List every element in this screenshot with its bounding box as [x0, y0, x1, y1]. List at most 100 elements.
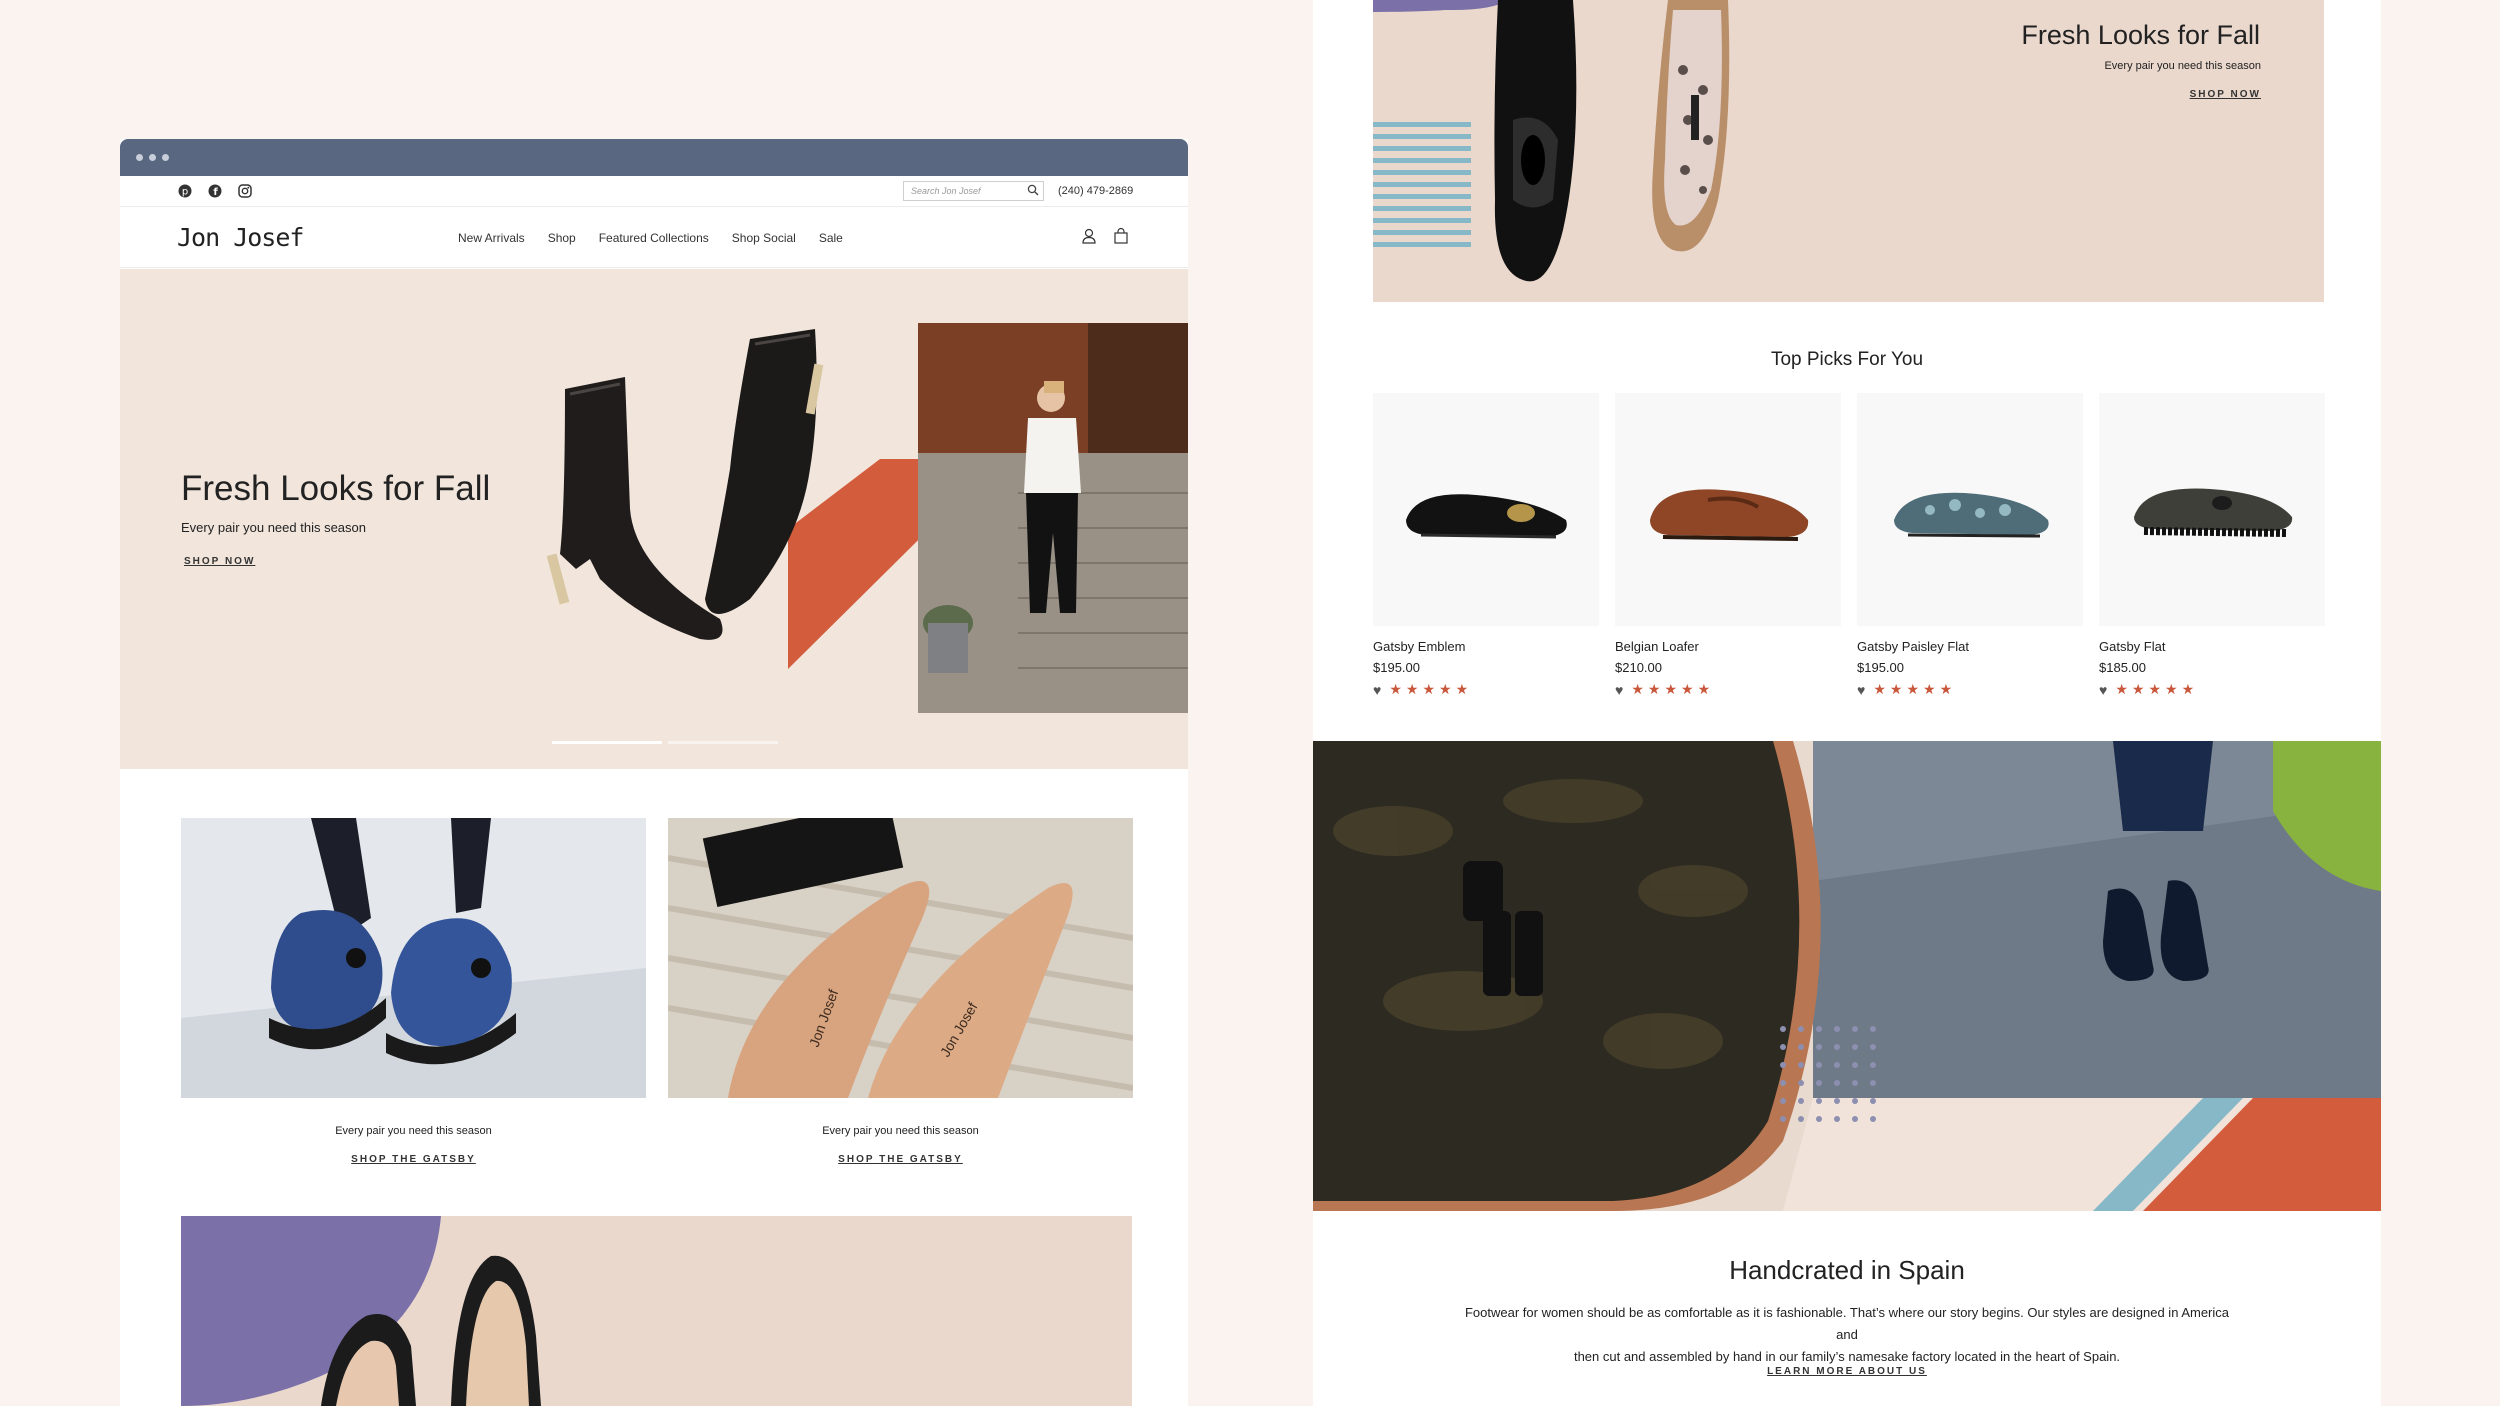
star-icon: ★	[2115, 681, 2128, 697]
star-icon: ★	[2165, 681, 2178, 697]
product-price: $185.00	[2099, 660, 2146, 675]
product-actions: ♥ ★ ★ ★ ★ ★	[2099, 681, 2325, 698]
heart-icon[interactable]: ♥	[2099, 682, 2107, 698]
browser-window: p f Search Jon Josef (240) 479-2869 Jon …	[120, 139, 1188, 1406]
star-icon: ★	[1906, 681, 1919, 697]
promo-tile-gatsby-right: Jon Josef Jon Josef Every pair you need …	[668, 818, 1133, 1165]
banner-shop-now-link[interactable]: SHOP NOW	[2190, 89, 2261, 100]
heart-icon[interactable]: ♥	[1857, 682, 1865, 698]
patent-loafer-image	[1494, 0, 1577, 282]
header-icons	[1080, 227, 1130, 250]
product-image-gatsby-paisley-flat[interactable]	[1857, 393, 2083, 626]
slider-dot-active[interactable]	[552, 741, 662, 744]
promo-photo-flats[interactable]: Jon Josef Jon Josef	[668, 818, 1133, 1098]
slider-pagination	[552, 741, 778, 744]
star-icon: ★	[2148, 681, 2161, 697]
boot-illustration-left	[546, 377, 723, 640]
about-body-line: Footwear for women should be as comforta…	[1464, 1305, 2230, 1342]
cart-icon[interactable]	[1112, 227, 1130, 250]
product-card[interactable]: Gatsby Paisley Flat $195.00 ♥ ★ ★ ★ ★ ★	[1857, 393, 2083, 698]
promo-photo-loafers[interactable]	[181, 818, 646, 1098]
product-actions: ♥ ★ ★ ★ ★ ★	[1615, 681, 1841, 698]
right-page-preview: Fresh Looks for Fall Every pair you need…	[1313, 0, 2381, 1406]
star-icon: ★	[1389, 681, 1402, 697]
banner-title: Fresh Looks for Fall	[2021, 20, 2260, 50]
banner-subtitle: Every pair you need this season	[2104, 60, 2261, 72]
shop-the-gatsby-link[interactable]: SHOP THE GATSBY	[181, 1154, 646, 1165]
product-actions: ♥ ★ ★ ★ ★ ★	[1373, 681, 1599, 698]
about-body: Footwear for women should be as comforta…	[1453, 1302, 2241, 1368]
star-icon: ★	[1889, 681, 1903, 697]
star-icon: ★	[1422, 681, 1435, 697]
product-card[interactable]: Gatsby Emblem $195.00 ♥ ★ ★ ★ ★ ★	[1373, 393, 1599, 698]
product-name[interactable]: Gatsby Emblem	[1373, 639, 1599, 654]
nav-links: New Arrivals Shop Featured Collections S…	[458, 231, 843, 245]
about-body-line: then cut and assembled by hand in our fa…	[1573, 1349, 2121, 1364]
about-title: Handcrated in Spain	[1729, 1255, 1965, 1285]
svg-text:f: f	[213, 187, 218, 198]
main-navigation: Jon Josef New Arrivals Shop Featured Col…	[120, 207, 1188, 268]
search-input[interactable]: Search Jon Josef	[903, 181, 1044, 201]
product-price: $210.00	[1615, 660, 1662, 675]
snakeskin-loafer-image	[1652, 0, 1730, 252]
star-icon: ★	[1681, 681, 1694, 697]
promo-caption: Every pair you need this season	[822, 1125, 979, 1137]
account-icon[interactable]	[1080, 227, 1098, 250]
product-card[interactable]: Belgian Loafer $210.00 ♥ ★ ★ ★ ★ ★	[1615, 393, 1841, 698]
social-links: p f	[177, 183, 253, 199]
star-icon: ★	[1647, 681, 1661, 697]
star-icon: ★	[1939, 681, 1953, 697]
star-icon: ★	[1455, 681, 1469, 697]
slider-dot[interactable]	[668, 741, 778, 744]
phone-number[interactable]: (240) 479-2869	[1058, 185, 1133, 197]
nav-featured-collections[interactable]: Featured Collections	[599, 231, 709, 245]
search-icon[interactable]	[1027, 184, 1039, 198]
lower-banner-preview	[181, 1216, 1132, 1406]
nav-new-arrivals[interactable]: New Arrivals	[458, 231, 525, 245]
star-icon: ★	[1439, 681, 1452, 697]
brand-logo[interactable]: Jon Josef	[177, 223, 304, 252]
utility-bar: p f Search Jon Josef (240) 479-2869	[120, 176, 1188, 207]
product-card[interactable]: Gatsby Flat $185.00 ♥ ★ ★ ★ ★ ★	[2099, 393, 2325, 698]
browser-chrome	[120, 139, 1188, 176]
nav-sale[interactable]: Sale	[819, 231, 843, 245]
star-icon: ★	[1631, 681, 1644, 697]
promo-caption: Every pair you need this season	[335, 1125, 492, 1137]
promo-tile-gatsby-left: Every pair you need this season SHOP THE…	[181, 818, 646, 1165]
shop-the-gatsby-link[interactable]: SHOP THE GATSBY	[668, 1154, 1133, 1165]
product-image-gatsby-emblem[interactable]	[1373, 393, 1599, 626]
window-dot[interactable]	[136, 154, 143, 161]
instagram-icon[interactable]	[237, 183, 253, 199]
search-placeholder: Search Jon Josef	[911, 186, 981, 196]
product-image-gatsby-flat[interactable]	[2099, 393, 2325, 626]
product-actions: ♥ ★ ★ ★ ★ ★	[1857, 681, 2083, 698]
star-icon: ★	[2131, 681, 2145, 697]
hero-lifestyle-photo	[918, 323, 1188, 713]
window-dot[interactable]	[149, 154, 156, 161]
svg-text:p: p	[182, 187, 188, 198]
star-icon: ★	[1923, 681, 1936, 697]
nav-shop-social[interactable]: Shop Social	[732, 231, 796, 245]
facebook-icon[interactable]: f	[207, 183, 223, 199]
heart-icon[interactable]: ♥	[1373, 682, 1381, 698]
pinterest-icon[interactable]: p	[177, 183, 193, 199]
product-name[interactable]: Belgian Loafer	[1615, 639, 1841, 654]
fall-banner: Fresh Looks for Fall Every pair you need…	[1373, 0, 2324, 302]
product-name[interactable]: Gatsby Paisley Flat	[1857, 639, 2083, 654]
star-icon: ★	[1697, 681, 1711, 697]
heart-icon[interactable]: ♥	[1615, 682, 1623, 698]
nav-shop[interactable]: Shop	[548, 231, 576, 245]
product-price: $195.00	[1857, 660, 1904, 675]
teal-stripes-shape	[1373, 122, 1471, 247]
top-picks-title: Top Picks For You	[1770, 349, 1924, 370]
product-image-belgian-loafer[interactable]	[1615, 393, 1841, 626]
window-dot[interactable]	[162, 154, 169, 161]
star-icon: ★	[1873, 681, 1886, 697]
product-name[interactable]: Gatsby Flat	[2099, 639, 2325, 654]
learn-more-link[interactable]: LEARN MORE ABOUT US	[1313, 1366, 2381, 1377]
star-icon: ★	[1664, 681, 1677, 697]
product-price: $195.00	[1373, 660, 1420, 675]
star-icon: ★	[1405, 681, 1419, 697]
lifestyle-collage	[1313, 741, 2381, 1211]
star-icon: ★	[2181, 681, 2195, 697]
